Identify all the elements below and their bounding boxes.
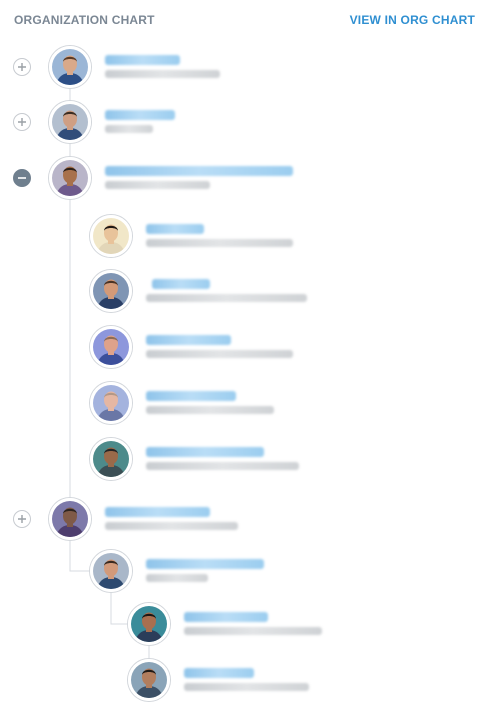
person-photo xyxy=(93,273,129,309)
person-avatar[interactable] xyxy=(90,270,132,312)
person-photo xyxy=(52,160,88,196)
person-job-title xyxy=(146,406,274,414)
person-job-title xyxy=(146,239,293,247)
person-name[interactable] xyxy=(105,55,180,65)
person-job-title xyxy=(146,574,208,582)
person-photo xyxy=(52,49,88,85)
plus-icon xyxy=(18,515,26,523)
person-photo xyxy=(93,329,129,365)
person-avatar[interactable] xyxy=(49,157,91,199)
collapse-toggle[interactable] xyxy=(13,169,31,187)
person-job-title xyxy=(184,627,322,635)
plus-icon xyxy=(18,63,26,71)
expand-toggle[interactable] xyxy=(13,113,31,131)
connector-line xyxy=(110,592,128,625)
person-job-title xyxy=(184,683,309,691)
person-name[interactable] xyxy=(152,279,210,289)
person-photo xyxy=(52,104,88,140)
person-name[interactable] xyxy=(184,668,254,678)
person-job-title xyxy=(105,181,210,189)
person-name[interactable] xyxy=(146,224,204,234)
person-job-title xyxy=(105,70,220,78)
connector-line xyxy=(69,540,89,572)
person-name[interactable] xyxy=(146,447,264,457)
person-job-title xyxy=(105,522,238,530)
minus-icon xyxy=(18,177,26,179)
person-avatar[interactable] xyxy=(49,498,91,540)
person-avatar[interactable] xyxy=(49,101,91,143)
person-avatar[interactable] xyxy=(90,326,132,368)
org-tree xyxy=(0,0,491,719)
person-avatar[interactable] xyxy=(49,46,91,88)
expand-toggle[interactable] xyxy=(13,58,31,76)
person-avatar[interactable] xyxy=(90,438,132,480)
expand-toggle[interactable] xyxy=(13,510,31,528)
person-name[interactable] xyxy=(105,110,175,120)
person-photo xyxy=(52,501,88,537)
person-avatar[interactable] xyxy=(128,603,170,645)
person-photo xyxy=(93,441,129,477)
person-photo xyxy=(93,385,129,421)
person-job-title xyxy=(146,294,307,302)
person-job-title xyxy=(105,125,153,133)
person-photo xyxy=(131,662,167,698)
person-avatar[interactable] xyxy=(90,215,132,257)
person-name[interactable] xyxy=(184,612,268,622)
person-photo xyxy=(93,553,129,589)
person-avatar[interactable] xyxy=(90,382,132,424)
person-name[interactable] xyxy=(105,166,293,176)
person-name[interactable] xyxy=(146,391,236,401)
person-name[interactable] xyxy=(105,507,210,517)
person-avatar[interactable] xyxy=(90,550,132,592)
person-photo xyxy=(131,606,167,642)
person-avatar[interactable] xyxy=(128,659,170,701)
person-name[interactable] xyxy=(146,335,231,345)
person-job-title xyxy=(146,350,293,358)
plus-icon xyxy=(18,118,26,126)
person-photo xyxy=(93,218,129,254)
person-name[interactable] xyxy=(146,559,264,569)
person-job-title xyxy=(146,462,299,470)
